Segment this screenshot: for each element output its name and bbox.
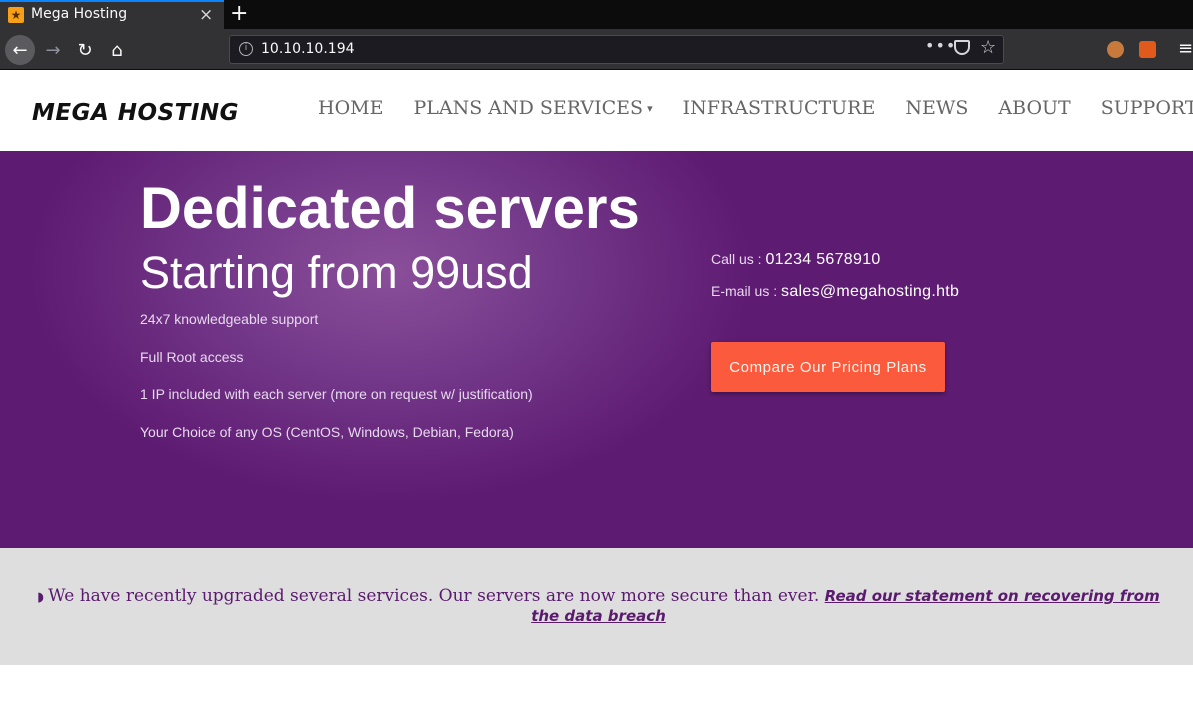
extension-icon[interactable]	[1139, 41, 1156, 58]
forward-button[interactable]: →	[38, 35, 68, 65]
nav-plans-label: PLANS AND SERVICES	[413, 97, 644, 119]
nav-plans-and-services[interactable]: PLANS AND SERVICES ▾	[413, 97, 652, 119]
nav-about[interactable]: ABOUT	[998, 97, 1070, 119]
compare-pricing-button[interactable]: Compare Our Pricing Plans	[711, 342, 945, 392]
nav-news[interactable]: NEWS	[905, 97, 968, 119]
star-favicon-icon: ★	[8, 7, 24, 23]
hero-subtitle: Starting from 99usd	[140, 247, 533, 298]
rss-icon: ◗	[37, 590, 45, 605]
nav-support[interactable]: SUPPORT	[1101, 97, 1193, 119]
nav-home[interactable]: HOME	[318, 97, 383, 119]
site-header: MEGA HOSTING HOME PLANS AND SERVICES ▾ IN…	[0, 71, 1193, 151]
hero-title: Dedicated servers	[140, 176, 640, 241]
reload-button[interactable]: ↻	[70, 35, 100, 65]
main-nav: HOME PLANS AND SERVICES ▾ INFRASTRUCTURE …	[318, 97, 1193, 119]
email-us-line: E-mail us : sales@megahosting.htb	[711, 283, 959, 301]
announcement-text: ◗ We have recently upgraded several servi…	[26, 587, 1171, 625]
feature-item: 1 IP included with each server (more on …	[140, 386, 533, 402]
back-button[interactable]: ←	[5, 35, 35, 65]
new-tab-icon[interactable]: +	[230, 1, 248, 26]
close-tab-icon[interactable]: ×	[199, 5, 213, 25]
feature-item: 24x7 knowledgeable support	[140, 311, 319, 327]
cookie-extension-icon[interactable]	[1107, 41, 1124, 58]
announcement-bar: ◗ We have recently upgraded several servi…	[0, 548, 1193, 665]
page-actions-icon[interactable]: •••	[925, 36, 956, 55]
browser-tab-bar: ★ Mega Hosting × +	[0, 0, 1193, 29]
feature-item: Full Root access	[140, 349, 244, 365]
phone-number: 01234 5678910	[765, 251, 881, 268]
email-label: E-mail us :	[711, 283, 782, 299]
feature-item: Your Choice of any OS (CentOS, Windows, …	[140, 424, 514, 440]
tab-title: Mega Hosting	[31, 6, 128, 22]
home-button[interactable]: ⌂	[102, 35, 132, 65]
dropdown-caret-icon: ▾	[647, 102, 653, 115]
call-label: Call us :	[711, 251, 766, 267]
announcement-message: We have recently upgraded several servic…	[48, 586, 825, 606]
bookmark-star-icon[interactable]: ☆	[980, 37, 996, 58]
nav-infrastructure[interactable]: INFRASTRUCTURE	[683, 97, 876, 119]
browser-toolbar: ← → ↻ ⌂ i 10.10.10.194	[0, 29, 1193, 70]
site-logo[interactable]: MEGA HOSTING	[32, 100, 239, 126]
email-address[interactable]: sales@megahosting.htb	[781, 283, 959, 300]
site-info-icon[interactable]: i	[239, 42, 253, 56]
hamburger-menu-icon[interactable]: ≡	[1178, 38, 1193, 59]
url-text[interactable]: 10.10.10.194	[261, 41, 355, 57]
address-bar[interactable]: i 10.10.10.194	[229, 35, 1004, 64]
call-us-line: Call us : 01234 5678910	[711, 251, 881, 269]
hero-banner: Dedicated servers Starting from 99usd 24…	[0, 151, 1193, 548]
browser-tab[interactable]: ★ Mega Hosting ×	[0, 0, 224, 29]
